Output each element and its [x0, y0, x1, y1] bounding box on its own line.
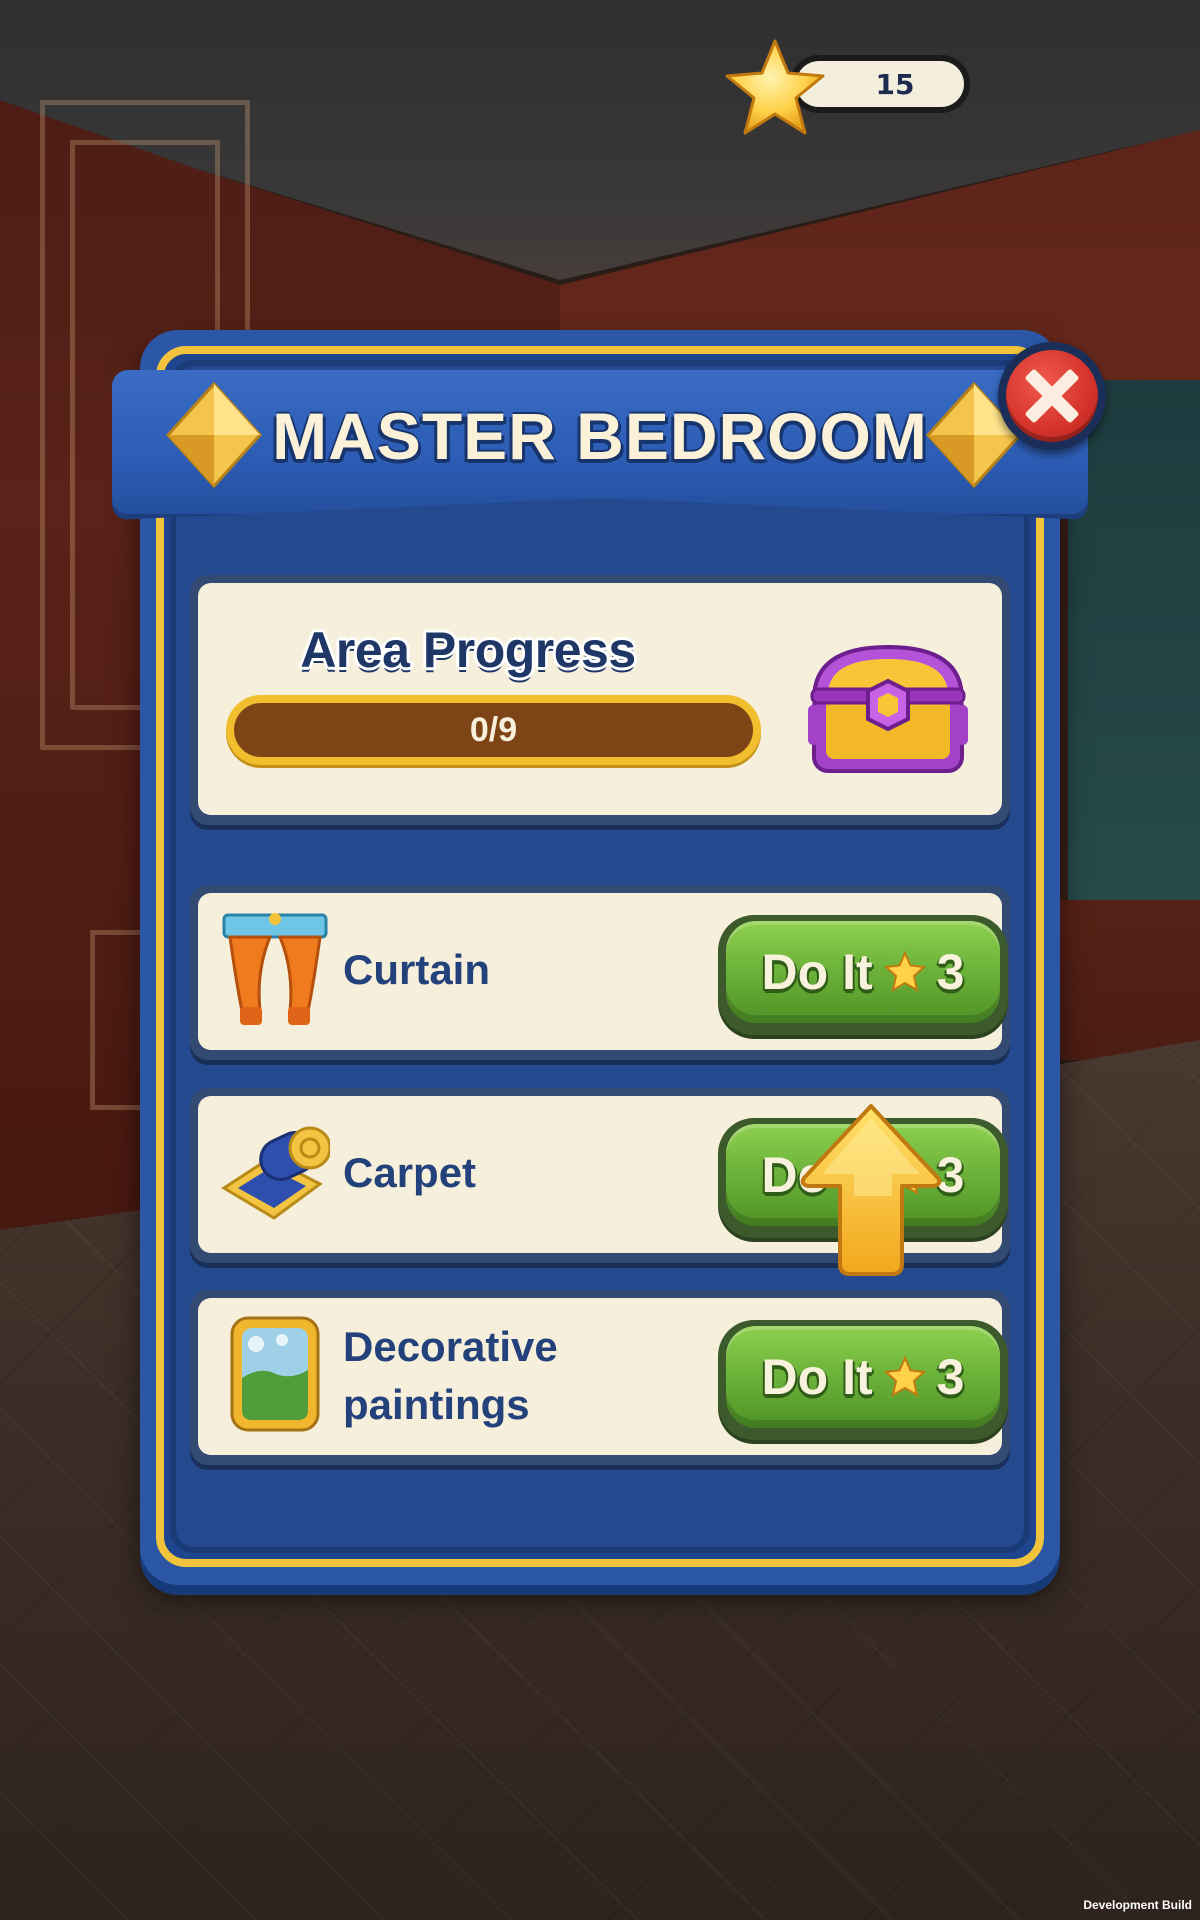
- task-card-inner: Decorative paintings Do It 3: [198, 1298, 1008, 1455]
- development-build-label: Development Build: [1083, 1898, 1192, 1912]
- star-icon: [883, 1355, 926, 1398]
- star-counter: 15: [720, 35, 1000, 135]
- task-card-inner: Curtain Do It 3: [198, 893, 1008, 1050]
- task-row-decorative-paintings: Decorative paintings Do It 3: [190, 1290, 1010, 1465]
- progress-bar: 0/9: [226, 695, 761, 765]
- progress-track: 0/9: [234, 703, 753, 757]
- area-dialog: MASTER BEDROOM Area Progress 0/9 Curtain…: [112, 330, 1106, 1585]
- do-it-button-face[interactable]: Do It 3: [726, 1326, 1000, 1428]
- progress-card: Area Progress 0/9: [190, 575, 1010, 825]
- task-label-line: Decorative: [343, 1323, 558, 1370]
- star-icon: [725, 39, 825, 135]
- task-label: Decorative paintings: [343, 1318, 558, 1434]
- painting-icon: [230, 1316, 320, 1432]
- curtain-icon: [222, 913, 328, 1025]
- close-icon[interactable]: [1006, 350, 1098, 442]
- star-icon: [883, 950, 926, 993]
- progress-text: 0/9: [469, 710, 518, 749]
- carpet-roll-icon: [221, 1126, 330, 1220]
- progress-card-inner: Area Progress 0/9: [198, 583, 1002, 815]
- do-it-button[interactable]: Do It 3: [718, 915, 1008, 1035]
- do-it-label: Do It: [761, 944, 873, 1000]
- close-button[interactable]: [998, 342, 1106, 450]
- gem-left-icon: [165, 381, 263, 489]
- task-label: Curtain: [343, 946, 490, 993]
- title-banner: MASTER BEDROOM: [112, 370, 1088, 530]
- progress-title: Area Progress: [300, 622, 636, 678]
- do-it-cost: 3: [936, 944, 965, 1000]
- do-it-label: Do It: [761, 1349, 873, 1405]
- treasure-chest-icon[interactable]: [798, 635, 978, 780]
- task-label: Carpet: [343, 1149, 477, 1196]
- pointer-arrow-icon: [800, 1104, 942, 1276]
- task-row-curtain: Curtain Do It 3: [190, 885, 1010, 1060]
- close-button-face[interactable]: [1006, 350, 1098, 442]
- do-it-button[interactable]: Do It 3: [718, 1320, 1008, 1440]
- do-it-button-face[interactable]: Do It 3: [726, 921, 1000, 1023]
- do-it-cost: 3: [936, 1349, 965, 1405]
- task-label-line: paintings: [343, 1381, 530, 1428]
